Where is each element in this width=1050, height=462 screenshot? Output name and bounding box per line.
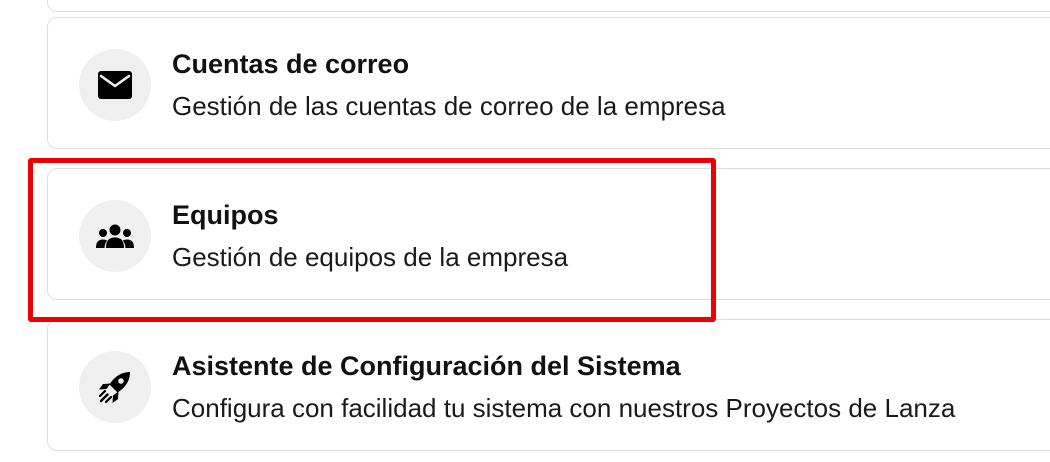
previous-settings-card[interactable] [47, 0, 1050, 12]
card-description: Gestión de equipos de la empresa [172, 242, 569, 272]
card-title: Equipos [172, 200, 279, 230]
card-description: Gestión de las cuentas de correo de la e… [172, 91, 726, 121]
mail-icon [98, 71, 132, 99]
card-title: Asistente de Configuración del Sistema [172, 351, 681, 381]
rocket-icon [98, 372, 130, 404]
settings-card-setup-wizard[interactable]: Asistente de Configuración del Sistema C… [47, 319, 1050, 451]
settings-card-email-accounts[interactable]: Cuentas de correo Gestión de las cuentas… [47, 17, 1050, 149]
team-icon [96, 224, 134, 248]
icon-badge [79, 351, 151, 423]
icon-badge [79, 200, 151, 272]
card-title: Cuentas de correo [172, 49, 410, 79]
card-description: Configura con facilidad tu sistema con n… [172, 393, 956, 423]
settings-card-teams[interactable]: Equipos Gestión de equipos de la empresa [47, 168, 1050, 300]
icon-badge [79, 49, 151, 121]
